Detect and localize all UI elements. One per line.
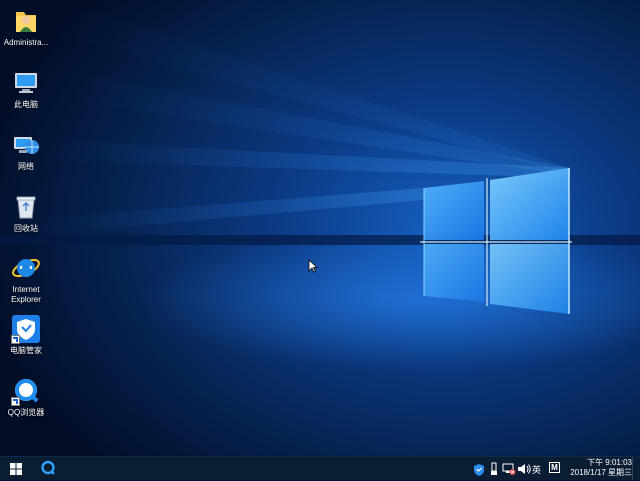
windows-logo-icon — [10, 463, 22, 475]
desktop-icon-label: 电脑管家 — [10, 346, 42, 355]
pc-manager-tray-icon[interactable] — [473, 460, 485, 478]
recycle-bin-icon — [11, 192, 41, 222]
internet-explorer-icon — [11, 253, 41, 283]
desktop-icon-administrator[interactable]: Administra... — [0, 6, 52, 48]
taskbar-qq-browser-button[interactable] — [34, 457, 62, 480]
network-disconnected-tray-icon[interactable] — [502, 460, 516, 478]
shortcut-arrow-icon — [11, 335, 20, 344]
desktop-icon-recycle-bin[interactable]: 回收站 — [0, 192, 52, 234]
taskbar-clock[interactable]: 下午 9:01:03 2018/1/17 星期三 — [570, 458, 632, 478]
desktop-icon-qq-browser[interactable]: QQ浏览器 — [0, 376, 52, 418]
desktop-icon-this-pc[interactable]: 此电脑 — [0, 68, 52, 110]
desktop-wallpaper — [0, 0, 640, 456]
qq-browser-icon — [41, 460, 55, 475]
user-folder-icon — [11, 6, 41, 36]
desktop-icon-network[interactable]: 网络 — [0, 130, 52, 172]
qq-browser-icon — [11, 376, 41, 406]
desktop-icon-label: 网络 — [18, 162, 34, 171]
mouse-cursor-icon — [308, 259, 318, 273]
taskbar: 英 M 下午 9:01:03 2018/1/17 星期三 — [0, 456, 640, 480]
computer-icon — [11, 68, 41, 98]
desktop-icon-label: 此电脑 — [14, 100, 38, 109]
desktop-icon-internet-explorer[interactable]: Internet Explorer — [0, 253, 52, 305]
network-icon — [11, 130, 41, 160]
input-language-indicator[interactable]: 英 — [532, 463, 541, 481]
show-desktop-button[interactable] — [632, 457, 640, 480]
desktop-icon-label: Administra... — [3, 38, 49, 47]
desktop-icon-pc-manager[interactable]: 电脑管家 — [0, 314, 52, 356]
desktop-icon-label: QQ浏览器 — [7, 408, 45, 417]
desktop-icon-label: Internet Explorer — [11, 285, 41, 304]
volume-tray-icon[interactable] — [517, 460, 531, 478]
clock-time: 下午 9:01:03 — [587, 458, 632, 467]
desktop-icon-label: 回收站 — [14, 224, 38, 233]
pc-manager-icon — [11, 314, 41, 344]
clock-date: 2018/1/17 星期三 — [570, 468, 632, 477]
shortcut-arrow-icon — [11, 397, 20, 406]
usb-device-tray-icon[interactable] — [489, 460, 499, 478]
start-button[interactable] — [0, 457, 32, 480]
ime-mode-indicator[interactable]: M — [549, 462, 560, 473]
